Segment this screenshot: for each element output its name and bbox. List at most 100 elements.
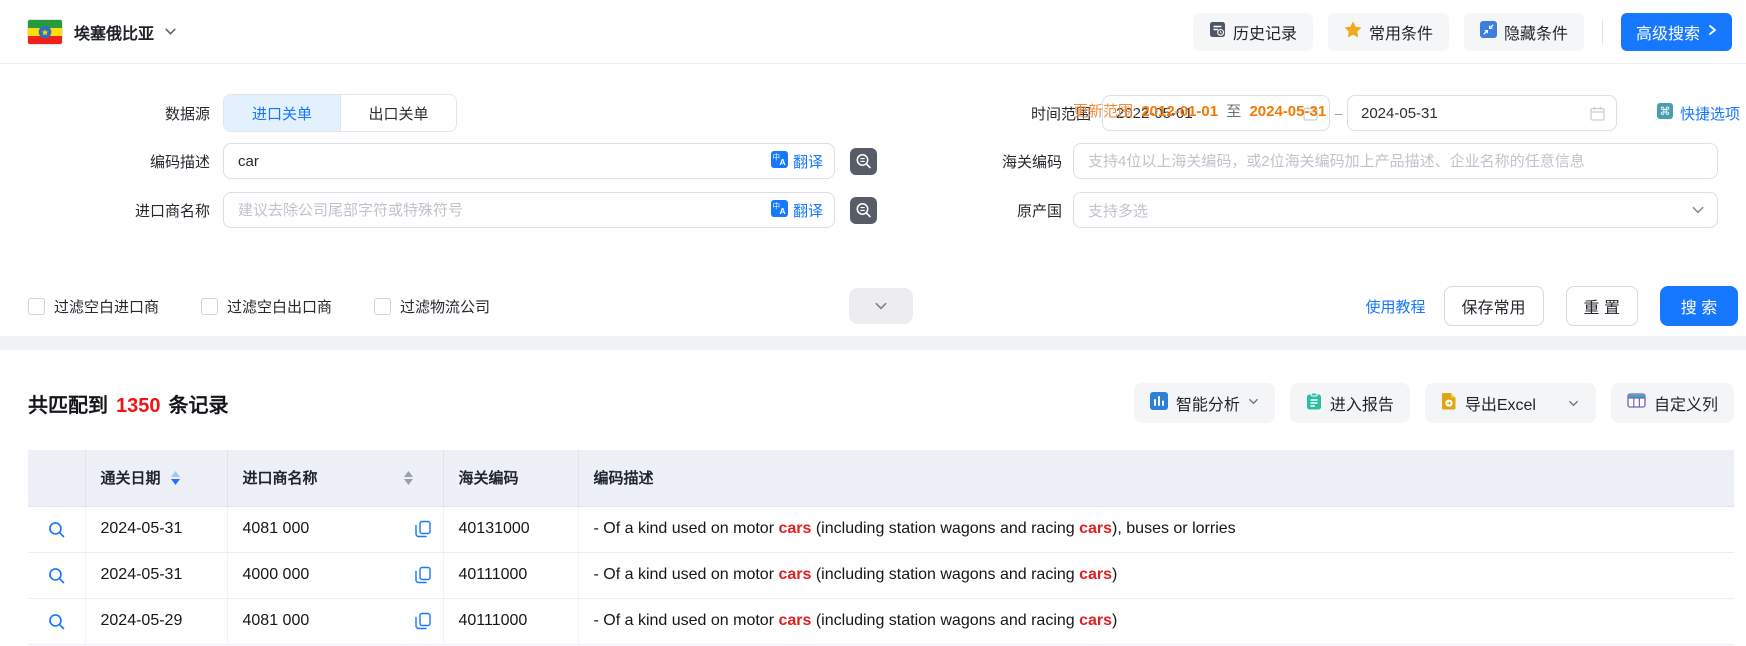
hide-conditions-button[interactable]: 隐藏条件	[1464, 13, 1584, 51]
row-description: - Of a kind used on motor cars (includin…	[578, 552, 1734, 598]
update-range-to-word: 至	[1226, 103, 1241, 120]
header-detail-icon-column	[28, 450, 85, 506]
copy-icon[interactable]	[415, 613, 431, 630]
customize-columns-label: 自定义列	[1654, 391, 1718, 415]
results-count: 1350	[116, 395, 161, 417]
country-selector-label[interactable]: 埃塞俄比亚	[74, 20, 154, 44]
form-actions: 使用教程 保存常用 重 置 搜 索	[1366, 286, 1738, 326]
header-clearance-date[interactable]: 通关日期	[85, 450, 227, 506]
filter-blank-exporter-checkbox[interactable]	[201, 298, 218, 315]
results-table: 通关日期 进口商名称 海关编码	[28, 450, 1734, 645]
tab-export-declarations[interactable]: 出口关单	[340, 95, 456, 131]
translate-icon: 中A	[771, 200, 788, 221]
header-importer-name[interactable]: 进口商名称	[227, 450, 443, 506]
importer-field: 中A 翻译	[223, 192, 835, 228]
chevron-right-icon	[1708, 23, 1717, 41]
enter-report-button[interactable]: 进入报告	[1290, 383, 1410, 423]
importer-cell: 4081 000	[227, 598, 443, 644]
search-form: 更新范围: 2012-01-01 至 2024-05-31 数据源 进口关单 出…	[0, 95, 1746, 324]
filter-blank-exporter[interactable]: 过滤空白出口商	[201, 296, 332, 317]
importer-input[interactable]	[223, 192, 835, 228]
customize-columns-button[interactable]: 自定义列	[1611, 383, 1734, 423]
tutorial-link[interactable]: 使用教程	[1366, 296, 1426, 317]
copy-icon[interactable]	[415, 521, 431, 538]
expand-form-button[interactable]	[849, 288, 913, 324]
keyword-highlight: cars	[1079, 520, 1112, 537]
export-excel-group: 导出Excel	[1425, 383, 1596, 423]
export-options-button[interactable]	[1552, 383, 1596, 423]
topbar-divider	[1602, 19, 1603, 45]
keyword-highlight: cars	[778, 612, 811, 629]
reset-button[interactable]: 重 置	[1566, 286, 1638, 326]
row-date: 2024-05-31	[85, 506, 227, 552]
table-row: 2024-05-31 4000 000 40111000 - Of a kind…	[28, 552, 1734, 598]
advanced-search-button[interactable]: 高级搜索	[1621, 13, 1732, 51]
chevron-down-icon[interactable]	[164, 25, 177, 38]
filter-label: 过滤空白出口商	[227, 296, 332, 317]
filter-blank-importer-checkbox[interactable]	[28, 298, 45, 315]
row-date: 2024-05-31	[85, 552, 227, 598]
sort-control[interactable]	[404, 471, 413, 485]
hide-conditions-button-label: 隐藏条件	[1504, 20, 1568, 44]
keyword-highlight: cars	[778, 520, 811, 537]
tab-import-declarations[interactable]: 进口关单	[224, 95, 340, 131]
importer-label: 进口商名称	[0, 200, 210, 221]
form-row-codedesc-hscode: 编码描述 中A 翻译 海关编码	[0, 143, 1746, 179]
code-desc-input[interactable]	[223, 143, 835, 179]
fuzzy-search-icon[interactable]	[850, 148, 877, 175]
svg-text:A: A	[780, 206, 786, 216]
row-date: 2024-05-29	[85, 598, 227, 644]
favorites-button[interactable]: 常用条件	[1328, 13, 1449, 51]
view-detail-magnifier-icon[interactable]	[47, 520, 66, 539]
ai-analysis-label: 智能分析	[1176, 391, 1240, 415]
view-detail-magnifier-icon[interactable]	[47, 566, 66, 585]
save-conditions-button[interactable]: 保存常用	[1444, 286, 1544, 326]
favorites-button-label: 常用条件	[1369, 20, 1433, 44]
collapse-icon	[1480, 21, 1497, 43]
filter-blank-importer[interactable]: 过滤空白进口商	[28, 296, 159, 317]
results-actions: 智能分析 进入报告 导出Excel	[1134, 383, 1734, 423]
fuzzy-search-icon[interactable]	[850, 197, 877, 224]
hs-code-group: 海关编码	[877, 143, 1718, 179]
history-button[interactable]: 历史记录	[1193, 13, 1313, 51]
row-importer: 4081 000	[243, 612, 310, 629]
keyword-highlight: cars	[778, 566, 811, 583]
filters-row: 过滤空白进口商 过滤空白出口商 过滤物流公司 使用教程 保存常用 重 置 搜 索	[0, 288, 1746, 324]
update-range-note: 更新范围: 2012-01-01 至 2024-05-31	[1073, 100, 1326, 121]
ai-analysis-button[interactable]: 智能分析	[1134, 383, 1275, 423]
data-source-label: 数据源	[0, 103, 210, 124]
filter-logistics[interactable]: 过滤物流公司	[374, 296, 490, 317]
chevron-down-icon	[1248, 394, 1259, 412]
export-excel-button[interactable]: 导出Excel	[1425, 383, 1552, 423]
copy-icon[interactable]	[415, 567, 431, 584]
star-icon	[1344, 21, 1362, 43]
date-to-input[interactable]: 2024-05-31	[1347, 95, 1617, 131]
row-hs-code: 40111000	[443, 598, 578, 644]
origin-country-select[interactable]: 支持多选	[1073, 192, 1718, 228]
header-code-description: 编码描述	[578, 450, 1734, 506]
excel-export-icon	[1441, 392, 1457, 415]
view-detail-magnifier-icon[interactable]	[47, 612, 66, 631]
hs-code-input[interactable]	[1073, 143, 1718, 179]
sort-control[interactable]	[171, 471, 180, 485]
hs-code-field	[1073, 143, 1718, 179]
keyword-highlight: cars	[1079, 566, 1112, 583]
origin-country-group: 原产国 支持多选	[877, 192, 1718, 228]
translate-button[interactable]: 中A 翻译	[771, 192, 823, 228]
row-importer: 4081 000	[243, 520, 310, 537]
row-description: - Of a kind used on motor cars (includin…	[578, 506, 1734, 552]
export-excel-label: 导出Excel	[1465, 391, 1536, 415]
quick-options-button[interactable]: ⌘ 快捷选项	[1657, 103, 1740, 124]
chevron-down-icon	[1691, 203, 1705, 217]
table-header-row: 通关日期 进口商名称 海关编码	[28, 450, 1734, 506]
update-range-from: 2012-01-01	[1141, 103, 1218, 120]
header-label: 编码描述	[594, 470, 654, 487]
svg-text:A: A	[780, 157, 786, 167]
search-button[interactable]: 搜 索	[1660, 286, 1738, 326]
table-row: 2024-05-31 4081 000 40131000 - Of a kind…	[28, 506, 1734, 552]
translate-button[interactable]: 中A 翻译	[771, 143, 823, 179]
form-row-datasource-time: 数据源 进口关单 出口关单 时间范围 2022-05-01 – 2024-05-…	[0, 95, 1746, 131]
topbar-actions: 历史记录 常用条件 隐藏条件 高级搜索	[1193, 13, 1732, 51]
filter-logistics-checkbox[interactable]	[374, 298, 391, 315]
data-source-tabs: 进口关单 出口关单	[223, 94, 457, 132]
